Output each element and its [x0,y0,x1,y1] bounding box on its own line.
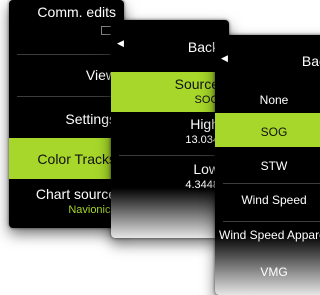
back-label: Back [301,53,320,69]
menu-item-label: Comm. edits [37,4,116,20]
option-vmg[interactable]: VMG [215,259,320,295]
menu-item-value: 13.034 [185,134,219,146]
menu-item-label: Source [174,76,219,92]
option-label: Wind Speed Apparent [219,228,320,242]
menu-item-label: Settings [65,111,116,127]
menu-item-label: Chart source [35,186,116,202]
divider [17,96,116,97]
divider [17,54,116,55]
menu-item-view[interactable]: View [9,56,124,96]
option-wind-speed-apparent[interactable]: Wind Speed Apparent [215,223,320,259]
divider [223,183,320,184]
option-wind-speed[interactable]: Wind Speed [215,185,320,219]
divider [119,155,221,156]
source-options-submenu: ◀ Back None SOG STW Wind Speed Wind Spee… [215,35,320,295]
option-label: STW [260,159,288,173]
back-button[interactable]: Back [111,34,229,72]
option-label: SOG [260,125,288,139]
color-tracks-submenu: ◀ Back Source SOG High 13.034 Low 4.3448 [111,20,229,238]
menu-item-high[interactable]: High 13.034 [111,112,229,152]
menu-item-settings[interactable]: Settings [9,98,124,138]
menu-item-value: 4.3448 [185,179,219,191]
option-label: None [259,93,289,107]
option-label: Wind Speed [241,193,307,207]
menu-item-color-tracks[interactable]: Color Tracks [9,138,124,179]
option-sog[interactable]: SOG [215,113,320,147]
menu-item-comm-edits[interactable]: Comm. edits [9,0,124,35]
menu-item-chart-source[interactable]: Chart source Navionics [9,181,124,221]
menu-item-low[interactable]: Low 4.3448 [111,157,229,199]
context-menu-panel: Comm. edits View Settings Color Tracks C… [9,0,124,228]
menu-item-source[interactable]: Source SOG [111,72,229,112]
option-stw[interactable]: STW [215,147,320,181]
menu-item-label: Color Tracks [37,151,116,167]
option-label: VMG [260,265,288,279]
back-button[interactable]: Back [215,43,320,81]
menu-item-value: Navionics [68,204,116,216]
divider [223,221,320,222]
